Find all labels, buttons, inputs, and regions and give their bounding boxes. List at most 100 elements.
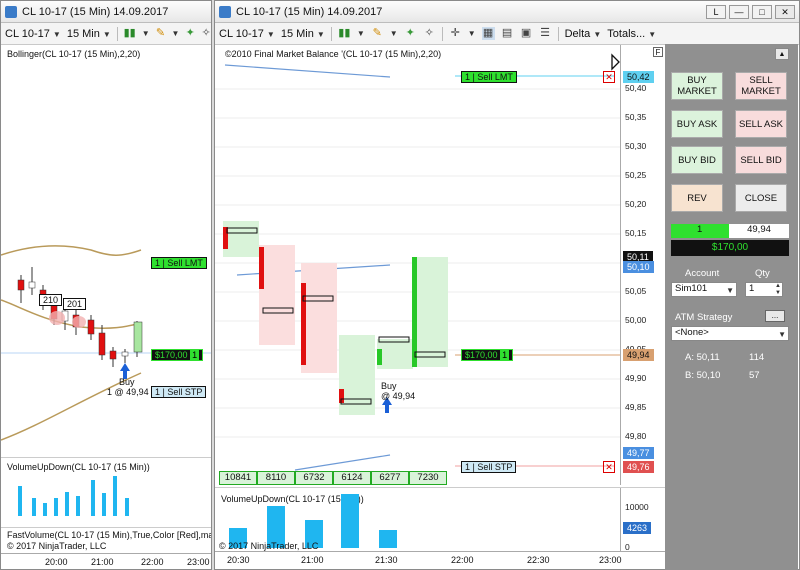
indicators-icon[interactable]: ✦	[185, 27, 195, 40]
chevron-down-icon: ▼	[726, 286, 734, 295]
data-box-icon[interactable]: ▤	[501, 27, 514, 40]
close-button[interactable]: ✕	[775, 5, 795, 19]
candlestick-style-icon[interactable]: ▮▮	[124, 27, 136, 40]
atm-options-button[interactable]: ...	[765, 310, 785, 322]
price-tick: 49,90	[625, 373, 647, 383]
price-tick: 50,35	[625, 112, 647, 122]
ninjatrader-logo-icon	[5, 5, 17, 18]
ninjatrader-logo-icon	[219, 5, 231, 18]
delta-selector[interactable]: Delta ▼	[565, 28, 602, 40]
total-cell: 7230	[409, 471, 447, 485]
left-interval-selector[interactable]: 15 Min ▼	[67, 28, 111, 40]
maximize-button[interactable]: □	[752, 5, 772, 19]
right-toolbar: CL 10-17 ▼ 15 Min ▼ ▮▮ ▼ ✎ ▼ ✦ ✧ ✛ ▼ ▦ ▤ ▣ …	[215, 23, 799, 45]
strategies-icon[interactable]: ✧	[423, 27, 436, 40]
cancel-sell-stp-icon[interactable]: ✕	[603, 461, 615, 473]
buy-market-button[interactable]: BUY MARKET	[671, 72, 723, 100]
left-sell-stp-order[interactable]: 1 | Sell STP	[151, 386, 207, 398]
left-volume-panel[interactable]: VolumeUpDown(CL 10-17 (15 Min))	[1, 457, 211, 527]
chart-trader-icon[interactable]: ▦	[481, 27, 495, 40]
time-label: 21:00	[91, 557, 114, 567]
left-window-title: CL 10-17 (15 Min) 14.09.2017	[22, 5, 169, 18]
panel-marker[interactable]: F	[653, 47, 663, 57]
left-chart-window: CL 10-17 (15 Min) 14.09.2017 CL 10-17 ▼ …	[0, 0, 212, 570]
price-axis[interactable]: F 50,40 50,35 50,30 50,25 50,20 50,15 50…	[620, 45, 666, 485]
left-sell-lmt-order[interactable]: 1 | Sell LMT	[151, 257, 207, 269]
atm-strategy-select[interactable]: <None> ▼	[671, 326, 789, 341]
left-buy-label: Buy	[119, 377, 135, 387]
link-button[interactable]: L	[706, 5, 726, 19]
time-label: 23:00	[599, 555, 622, 565]
totals-selector[interactable]: Totals... ▼	[607, 28, 656, 40]
totals-row: 10841 8110 6732 6124 6277 7230	[219, 471, 447, 485]
right-instrument-selector[interactable]: CL 10-17 ▼	[219, 28, 275, 40]
qty-label: Qty	[755, 268, 770, 279]
chevron-down-icon: ▼	[778, 330, 786, 339]
left-instrument-selector[interactable]: CL 10-17 ▼	[5, 28, 61, 40]
atm-strategy-label: ATM Strategy	[675, 312, 733, 323]
right-pnl-tag[interactable]: $170,00 1	[461, 349, 514, 361]
price-tag-entry: 49,94	[623, 349, 654, 361]
stepper-arrows-icon[interactable]: ▲ ▼	[775, 283, 781, 297]
toolbar-separator	[557, 26, 559, 41]
pencil-draw-icon[interactable]: ✎	[156, 27, 166, 40]
right-sell-lmt-order[interactable]: 1 | Sell LMT	[461, 71, 517, 83]
price-tag-bid: 50,10	[623, 261, 654, 273]
account-select[interactable]: Sim101 ▼	[671, 282, 737, 297]
left-price-panel[interactable]: Bollinger(CL 10-17 (15 Min),2,20) 210 20…	[1, 45, 211, 457]
sell-ask-button[interactable]: SELL ASK	[735, 110, 787, 138]
left-time-axis: 20:00 21:00 22:00 23:00	[1, 553, 211, 569]
left-toolbar: CL 10-17 ▼ 15 Min ▼ ▮▮ ▼ ✎ ▼ ✦ ✧	[1, 23, 211, 45]
right-buy-label: Buy	[381, 381, 397, 391]
reverse-button[interactable]: REV	[671, 184, 723, 212]
right-sell-stp-order[interactable]: 1 | Sell STP	[461, 461, 517, 473]
left-title-bar[interactable]: CL 10-17 (15 Min) 14.09.2017	[1, 1, 211, 23]
indicators-icon[interactable]: ✦	[404, 27, 417, 40]
total-cell: 6124	[333, 471, 371, 485]
candlestick-style-icon[interactable]: ▮▮	[338, 27, 351, 40]
right-title-bar[interactable]: CL 10-17 (15 Min) 14.09.2017 L — □ ✕	[215, 1, 799, 23]
right-copyright: © 2017 NinjaTrader, LLC	[219, 541, 319, 551]
time-label: 20:30	[227, 555, 250, 565]
price-tick: 50,20	[625, 199, 647, 209]
volume-tick: 10000	[625, 502, 649, 512]
left-copyright: © 2017 NinjaTrader, LLC	[7, 541, 107, 551]
price-tag-stop1: 49,77	[623, 447, 654, 459]
buy-bid-button[interactable]: BUY BID	[671, 146, 723, 174]
time-label: 22:00	[451, 555, 474, 565]
chart-trader-panel: ▲ BUY MARKET SELL MARKET BUY ASK SELL AS…	[665, 44, 798, 570]
sell-bid-button[interactable]: SELL BID	[735, 146, 787, 174]
price-tick: 50,15	[625, 228, 647, 238]
crosshair-icon[interactable]: ✛	[449, 27, 462, 40]
price-tick: 50,25	[625, 170, 647, 180]
toolbar-separator	[116, 26, 118, 41]
total-cell: 8110	[257, 471, 295, 485]
time-label: 21:30	[375, 555, 398, 565]
buy-ask-button[interactable]: BUY ASK	[671, 110, 723, 138]
sell-market-button[interactable]: SELL MARKET	[735, 72, 787, 100]
strategies-icon[interactable]: ✧	[201, 27, 211, 40]
qty-stepper[interactable]: 1 ▲ ▼	[745, 282, 783, 297]
close-position-button[interactable]: CLOSE	[735, 184, 787, 212]
minimize-button[interactable]: —	[729, 5, 749, 19]
time-label: 22:00	[141, 557, 164, 567]
position-pnl: $170,00	[671, 240, 789, 256]
position-price: 49,94	[729, 224, 789, 238]
window-controls: L — □ ✕	[706, 5, 795, 19]
right-interval-selector[interactable]: 15 Min ▼	[281, 28, 325, 40]
properties-icon[interactable]: ☰	[539, 27, 552, 40]
left-fastvolume-panel[interactable]: FastVolume(CL 10-17 (15 Min),True,Color …	[1, 527, 211, 553]
snapshot-icon[interactable]: ▣	[520, 27, 533, 40]
right-volume-panel[interactable]: VolumeUpDown(CL 10-17 (15 Min)) © 2017 N…	[215, 487, 666, 552]
price-tag-top: 50,42	[623, 71, 654, 83]
footprint-price-panel[interactable]: ©2010 Final Market Balance '(CL 10-17 (1…	[215, 45, 666, 485]
cancel-sell-lmt-icon[interactable]: ✕	[603, 71, 615, 83]
pencil-draw-icon[interactable]: ✎	[371, 27, 384, 40]
time-label: 21:00	[301, 555, 324, 565]
total-cell: 6732	[295, 471, 333, 485]
panel-scroll-up-icon[interactable]: ▲	[775, 48, 789, 60]
account-label: Account	[685, 268, 720, 279]
left-pnl-tag[interactable]: $170,00 1	[151, 349, 204, 361]
volume-value-tag: 4263	[623, 522, 652, 534]
time-label: 22:30	[527, 555, 550, 565]
